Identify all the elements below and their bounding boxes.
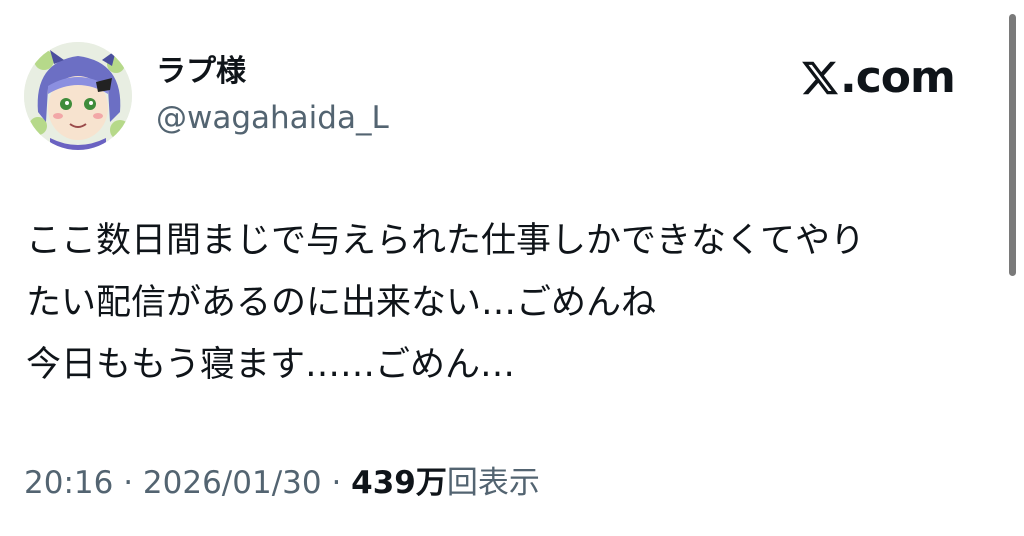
- tweet-meta: 20:16 · 2026/01/30 · 439万回表示: [24, 460, 540, 506]
- scrollbar[interactable]: [1009, 14, 1016, 276]
- tweet-time[interactable]: 20:16: [24, 465, 113, 501]
- tweet-line: ここ数日間まじで与えられた仕事しかできなくてやり: [26, 221, 865, 261]
- x-brand-logo: .com: [800, 52, 956, 103]
- author-display-name[interactable]: ラプ様: [156, 52, 246, 92]
- meta-separator: ·: [321, 465, 352, 501]
- tweet-date[interactable]: 2026/01/30: [143, 465, 322, 501]
- tweet-line: たい配信があるのに出来ない…ごめんね: [26, 283, 657, 323]
- tweet-text: ここ数日間まじで与えられた仕事しかできなくてやり たい配信があるのに出来ない…ご…: [26, 210, 986, 396]
- avatar-image: [24, 42, 132, 150]
- views-count[interactable]: 439万: [351, 465, 447, 501]
- avatar[interactable]: [24, 42, 132, 150]
- brand-domain-suffix: .com: [840, 52, 956, 103]
- views-label: 回表示: [446, 465, 540, 501]
- author-handle[interactable]: @wagahaida_L: [156, 98, 389, 138]
- tweet-line: 今日ももう寝ます……ごめん…: [26, 345, 515, 385]
- meta-separator: ·: [113, 465, 143, 501]
- x-logo-icon: [802, 61, 839, 95]
